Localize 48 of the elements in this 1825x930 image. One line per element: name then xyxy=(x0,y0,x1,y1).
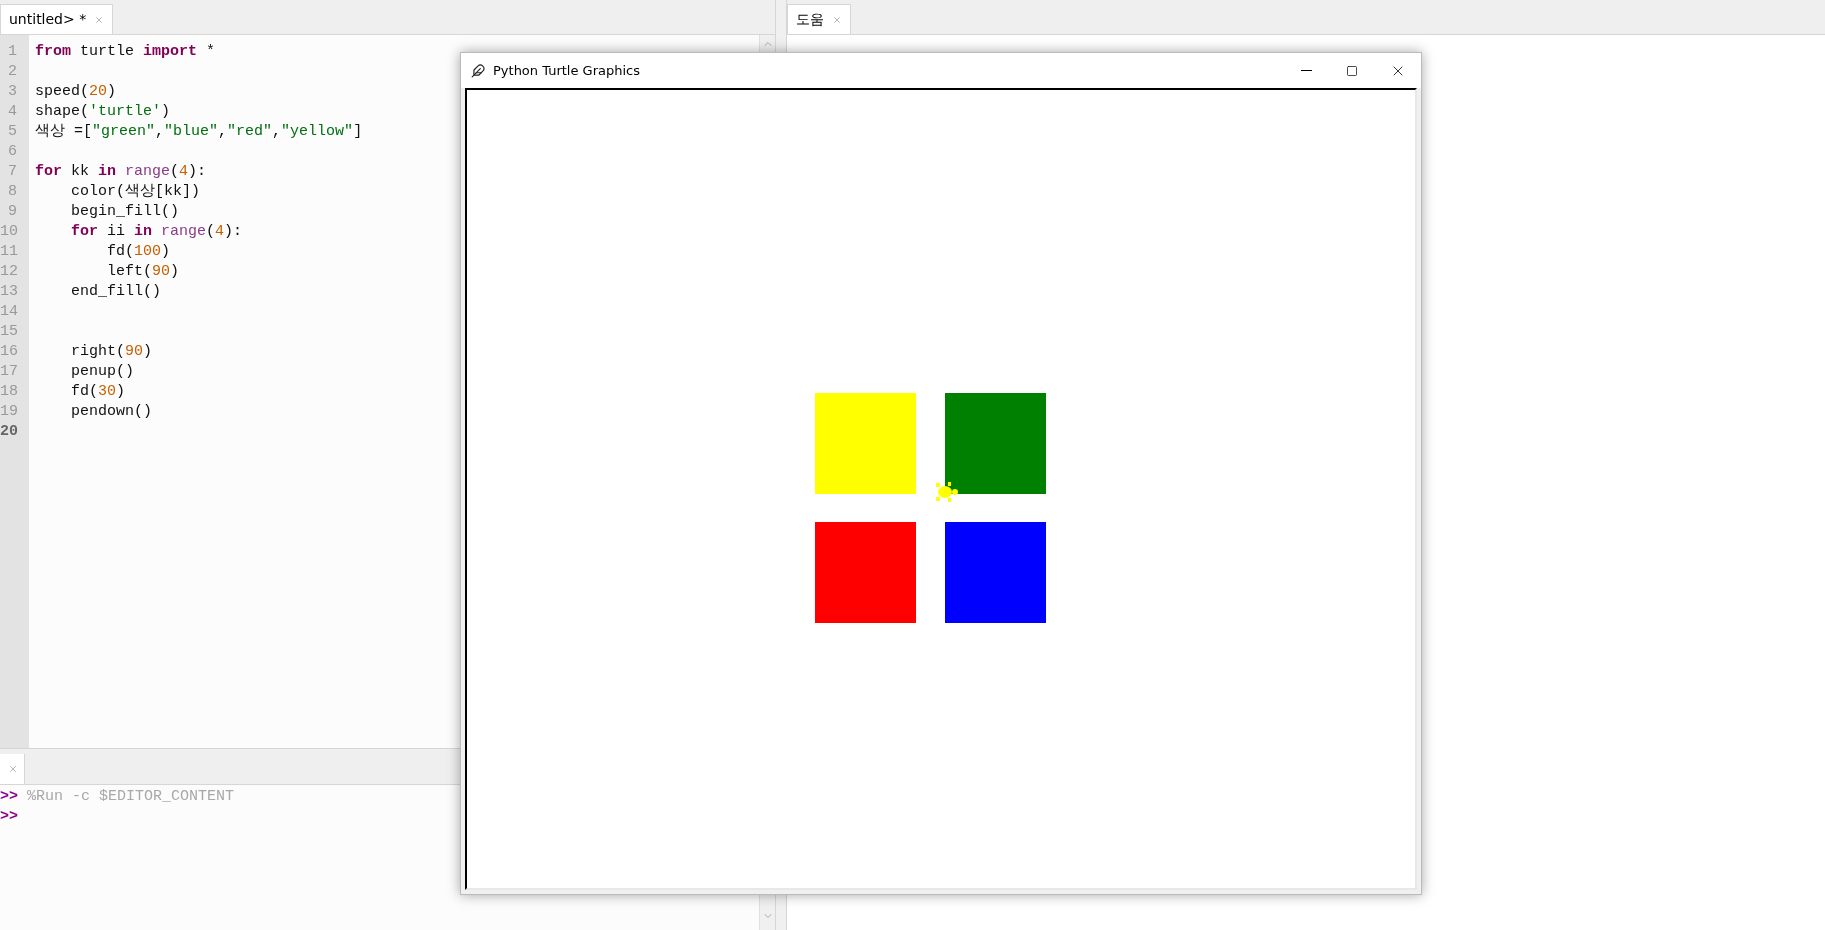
line-number: 5 xyxy=(7,122,18,142)
line-number: 13 xyxy=(0,282,19,302)
editor-tab[interactable]: untitled> * xyxy=(0,4,114,34)
line-number: 20 xyxy=(0,422,19,442)
code-line: fd(100) xyxy=(106,242,171,262)
line-number: 17 xyxy=(0,362,19,382)
line-number: 14 xyxy=(0,302,19,322)
code-line: penup() xyxy=(70,362,135,382)
code-line: for ii in range(4): xyxy=(70,222,243,242)
line-number: 7 xyxy=(7,162,18,182)
minimize-icon xyxy=(1300,70,1312,71)
line-number: 8 xyxy=(7,182,18,202)
code-line: for kk in range(4): xyxy=(35,162,207,182)
line-number: 16 xyxy=(0,342,19,362)
line-number: 3 xyxy=(7,82,18,102)
help-tab[interactable]: 도움 xyxy=(787,4,851,34)
close-icon[interactable] xyxy=(832,14,842,25)
shell-tab[interactable] xyxy=(0,754,25,784)
code-line: end_fill() xyxy=(70,282,162,302)
line-number: 1 xyxy=(7,42,18,62)
close-icon[interactable] xyxy=(8,764,18,774)
code-line: shape('turtle') xyxy=(35,102,171,122)
code-line: from turtle import * xyxy=(35,42,216,62)
line-number: 9 xyxy=(7,202,18,222)
shell-command: %Run -c $EDITOR_CONTENT xyxy=(27,787,235,807)
code-line: speed(20) xyxy=(35,82,117,102)
shell-prompt: >> xyxy=(0,787,18,807)
line-number: 18 xyxy=(0,382,19,402)
line-number: 11 xyxy=(0,242,19,262)
code-line: color(색상[kk]) xyxy=(70,182,201,202)
line-number: 4 xyxy=(7,102,18,122)
code-line: left(90) xyxy=(106,262,180,282)
feather-icon xyxy=(471,63,485,78)
line-number: 15 xyxy=(0,322,19,342)
code-line: begin_fill() xyxy=(70,202,180,222)
maximize-icon xyxy=(1346,64,1358,77)
code-line: right(90) xyxy=(70,342,153,362)
line-number: 2 xyxy=(7,62,18,82)
close-icon[interactable] xyxy=(94,14,105,25)
line-number: 19 xyxy=(0,402,19,422)
line-number: 12 xyxy=(0,262,19,282)
line-number: 6 xyxy=(7,142,18,162)
code-line: pendown() xyxy=(70,402,153,422)
line-number: 10 xyxy=(0,222,19,242)
code-line: 색상 =["green","blue","red","yellow"] xyxy=(35,122,363,142)
window-title: Python Turtle Graphics xyxy=(493,61,640,80)
shell-prompt: >> xyxy=(0,807,18,827)
code-line: fd(30) xyxy=(70,382,126,402)
